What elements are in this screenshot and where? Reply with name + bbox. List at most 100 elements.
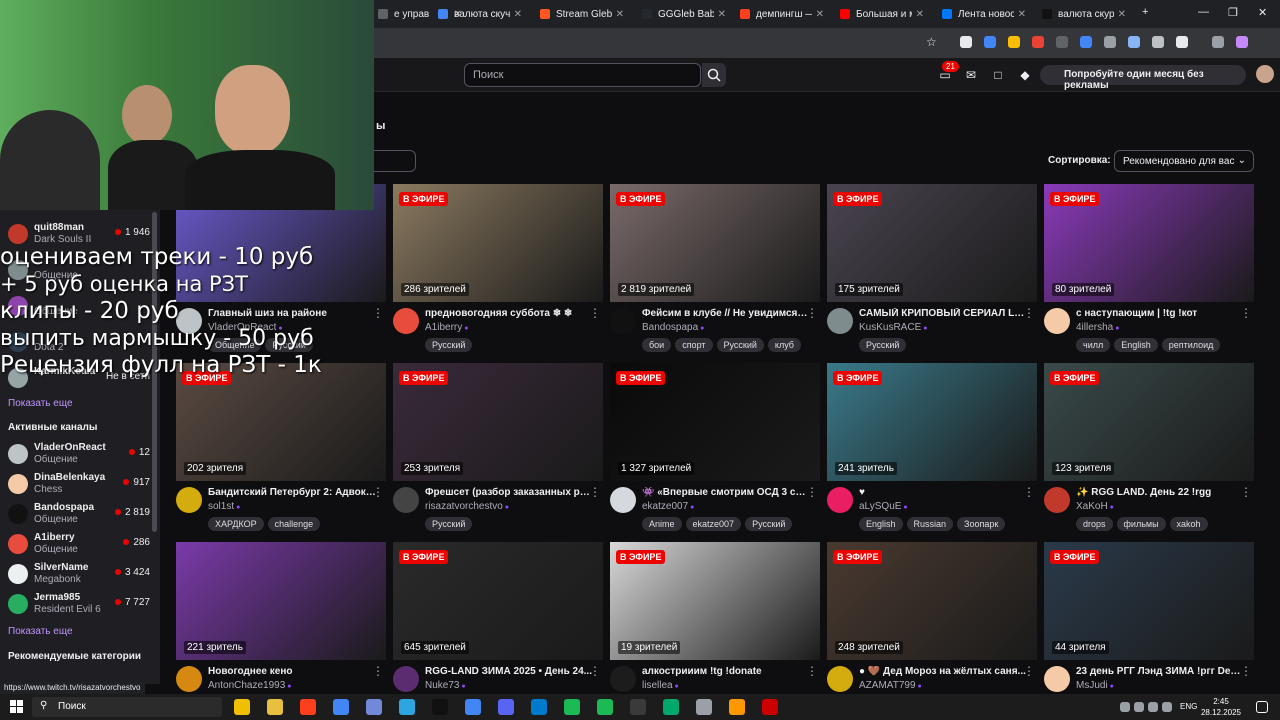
taskbar-app-icon[interactable] (531, 699, 547, 715)
stream-tag[interactable]: фильмы (1116, 517, 1166, 531)
stream-title[interactable]: 23 день РГГ Лэнд ЗИМА !ргг Dea... (1076, 666, 1244, 677)
minimize-icon[interactable]: — (1198, 6, 1209, 18)
browser-tab[interactable]: Большая и ма ✕ (832, 0, 932, 28)
channel-avatar[interactable] (176, 666, 202, 692)
system-tray-icon[interactable] (1120, 702, 1130, 712)
stream-thumbnail[interactable]: В ЭФИРЕ 248 зрителей (827, 542, 1037, 660)
taskbar-search[interactable]: ⚲ Поиск (32, 697, 222, 717)
stream-title[interactable]: Новогоднее кено (208, 666, 376, 677)
channel-avatar[interactable] (610, 487, 636, 513)
stream-thumbnail[interactable]: В ЭФИРЕ 80 зрителей (1044, 184, 1254, 302)
taskbar-app-icon[interactable] (498, 699, 514, 715)
sidebar-channel[interactable]: SilverName Megabonk 3 424 (8, 560, 158, 588)
channel-avatar[interactable] (1044, 308, 1070, 334)
show-more-link-2[interactable]: Показать еще (8, 626, 73, 637)
search-button[interactable] (702, 63, 726, 87)
extension-icon[interactable] (1212, 36, 1224, 48)
more-options-icon[interactable]: ⋮ (1023, 485, 1035, 499)
bits-icon[interactable]: ◆ (1017, 67, 1033, 83)
stream-title[interactable]: Бандитский Петербург 2: Адвокат... (208, 487, 376, 498)
more-options-icon[interactable]: ⋮ (372, 664, 384, 678)
stream-tag[interactable]: English (1114, 338, 1158, 352)
stream-tag[interactable]: challenge (267, 517, 321, 531)
channel-avatar[interactable] (827, 487, 853, 513)
stream-card[interactable]: В ЭФИРЕ 1 327 зрителей 👾 «Впервые смотрим … (610, 363, 820, 535)
taskbar-app-icon[interactable] (597, 699, 613, 715)
extension-icon[interactable] (1032, 36, 1044, 48)
stream-card[interactable]: В ЭФИРЕ 123 зрителя ✨ RGG LAND. День 22 !r… (1044, 363, 1254, 535)
stream-tag[interactable]: спорт (675, 338, 713, 352)
sort-dropdown[interactable]: Рекомендовано для вас ⌄ (1114, 150, 1254, 172)
extension-icon[interactable] (1080, 36, 1092, 48)
stream-tag[interactable]: чилл (1076, 338, 1111, 352)
stream-title[interactable]: 👾 «Впервые смотрим ОСД 3 сезо... (642, 487, 810, 498)
more-options-icon[interactable]: ⋮ (1023, 664, 1035, 678)
channel-avatar[interactable] (1044, 666, 1070, 692)
close-tab-icon[interactable]: ✕ (1018, 9, 1026, 20)
more-options-icon[interactable]: ⋮ (372, 306, 384, 320)
taskbar-app-icon[interactable] (399, 699, 415, 715)
stream-card[interactable]: В ЭФИРЕ 44 зрителя 23 день РГГ Лэнд ЗИМА !… (1044, 542, 1254, 714)
stream-title[interactable]: Фейсим в клубе // Не увидимся на... (642, 308, 810, 319)
extension-icon[interactable] (1236, 36, 1248, 48)
browser-tab[interactable]: демпингш — Я ✕ (732, 0, 832, 28)
stream-card[interactable]: В ЭФИРЕ 286 зрителей предновогодняя суббот… (393, 184, 603, 356)
extension-icon[interactable] (1176, 36, 1188, 48)
taskbar-app-icon[interactable] (729, 699, 745, 715)
more-options-icon[interactable]: ⋮ (1240, 485, 1252, 499)
more-options-icon[interactable]: ⋮ (589, 485, 601, 499)
more-options-icon[interactable]: ⋮ (1240, 664, 1252, 678)
channel-name[interactable]: MsJudi (1076, 680, 1114, 691)
more-options-icon[interactable]: ⋮ (1023, 306, 1035, 320)
ad-free-promo-button[interactable]: Попробуйте один месяц без рекламы (1040, 65, 1246, 91)
stream-thumbnail[interactable]: В ЭФИРЕ 202 зрителя (176, 363, 386, 481)
language-indicator[interactable]: ENG (1180, 702, 1197, 711)
channel-avatar[interactable] (176, 487, 202, 513)
channel-name[interactable]: sol1st (208, 501, 240, 512)
taskbar-app-icon[interactable] (663, 699, 679, 715)
stream-tag[interactable]: xakoh (1169, 517, 1208, 531)
channel-avatar[interactable] (827, 308, 853, 334)
stream-thumbnail[interactable]: В ЭФИРЕ 241 зритель (827, 363, 1037, 481)
stream-thumbnail[interactable]: В ЭФИРЕ 2 819 зрителей (610, 184, 820, 302)
stream-thumbnail[interactable]: В ЭФИРЕ 123 зрителя (1044, 363, 1254, 481)
sidebar-channel[interactable]: Jerma985 Resident Evil 6 7 727 (8, 590, 158, 618)
user-avatar[interactable] (1256, 65, 1274, 83)
more-options-icon[interactable]: ⋮ (1240, 306, 1252, 320)
channel-name[interactable]: AZAMAT799 (859, 680, 922, 691)
close-tab-icon[interactable]: ✕ (514, 9, 522, 20)
stream-title[interactable]: Главный шиз на районе (208, 308, 376, 319)
taskbar-app-icon[interactable] (432, 699, 448, 715)
stream-card[interactable]: В ЭФИРЕ 80 зрителей с наступающим | !tg !к… (1044, 184, 1254, 356)
channel-name[interactable]: XaKoH (1076, 501, 1114, 512)
stream-tag[interactable]: Русский (425, 338, 473, 352)
windows-start-icon[interactable] (10, 700, 24, 714)
restore-icon[interactable]: ❐ (1228, 6, 1238, 19)
sidebar-channel[interactable]: DinaBelenkaya Chess 917 (8, 470, 158, 498)
extension-icon[interactable] (1008, 36, 1020, 48)
stream-title[interactable]: Фрешсет (разбор заказанных ре... (425, 487, 593, 498)
system-tray-icon[interactable] (1134, 702, 1144, 712)
stream-tag[interactable]: drops (1076, 517, 1113, 531)
taskbar-app-icon[interactable] (267, 699, 283, 715)
stream-card[interactable]: В ЭФИРЕ 248 зрителей ● 🤎 Дед Мороз на жёлт… (827, 542, 1037, 714)
channel-name[interactable]: A1iberry (425, 322, 468, 333)
stream-tag[interactable]: English (859, 517, 903, 531)
channel-name[interactable]: aLySQuE (859, 501, 908, 512)
stream-thumbnail[interactable]: В ЭФИРЕ 44 зрителя (1044, 542, 1254, 660)
stream-card[interactable]: В ЭФИРЕ 253 зрителя Фрешсет (разбор заказа… (393, 363, 603, 535)
stream-tag[interactable]: Русский (425, 517, 473, 531)
extension-icon[interactable] (1056, 36, 1068, 48)
mail-icon[interactable]: ✉ (963, 67, 979, 83)
stream-card[interactable]: В ЭФИРЕ 645 зрителей RGG-LAND ЗИМА 2025 • … (393, 542, 603, 714)
taskbar-app-icon[interactable] (300, 699, 316, 715)
channel-avatar[interactable] (610, 666, 636, 692)
taskbar-app-icon[interactable] (465, 699, 481, 715)
stream-title[interactable]: ♥ (859, 487, 1027, 498)
close-tab-icon[interactable]: ✕ (616, 9, 624, 20)
stream-thumbnail[interactable]: В ЭФИРЕ 286 зрителей (393, 184, 603, 302)
stream-thumbnail[interactable]: В ЭФИРЕ 175 зрителей (827, 184, 1037, 302)
stream-tag[interactable]: Зоопарк (957, 517, 1006, 531)
channel-name[interactable]: Bandospapa (642, 322, 704, 333)
stream-thumbnail[interactable]: В ЭФИРЕ 19 зрителей (610, 542, 820, 660)
